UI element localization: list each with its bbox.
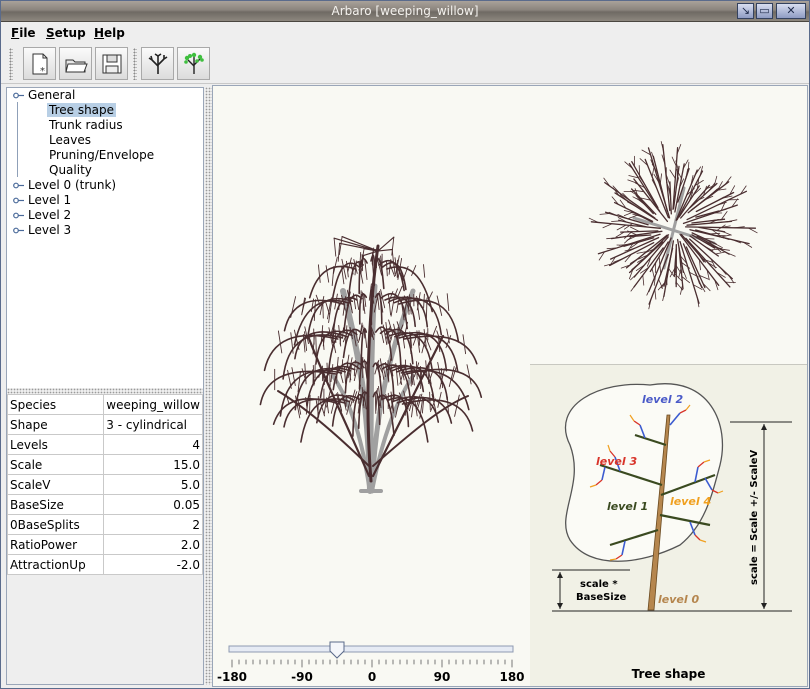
param-row[interactable]: Levels 4 [6,434,203,455]
render-leaves-button[interactable] [177,47,210,80]
param-value[interactable]: weeping_willow [103,394,203,415]
param-name: RatioPower [6,534,105,555]
label-scale-base-1: scale * [580,579,618,590]
rotation-slider-track[interactable] [213,636,529,670]
render-tree-icon [148,53,168,74]
collapsed-node-icon [13,197,24,204]
tree-item-level-0[interactable]: Level 0 (trunk) [13,178,116,193]
minimize-button[interactable]: ↘ [737,3,754,19]
param-value[interactable]: 2.0 [103,534,203,555]
tree-front-view [259,236,483,494]
param-value[interactable]: -2.0 [103,554,203,575]
label-level-3: level 3 [596,455,637,468]
param-name: AttractionUp [6,554,105,575]
param-row[interactable]: RatioPower 2.0 [6,534,203,555]
tree-item-general[interactable]: General [13,88,75,103]
param-row[interactable]: BaseSize 0.05 [6,494,203,515]
tree-item-quality[interactable]: Quality [49,163,92,178]
param-value[interactable]: 15.0 [103,454,203,475]
left-pane: General Tree shape Trunk radius Leaves P… [6,87,204,685]
tree-item-leaves[interactable]: Leaves [49,133,91,148]
close-button[interactable]: ✕ [776,3,806,19]
top-view-panel[interactable] [530,86,807,362]
toolbar-grip[interactable] [9,48,13,80]
rotation-slider[interactable]: -180 -90 0 90 180 [213,636,529,686]
param-row[interactable]: Scale 15.0 [6,454,203,475]
param-name: ScaleV [6,474,105,495]
collapsed-node-icon [13,212,24,219]
parameter-tree: General Tree shape Trunk radius Leaves P… [7,88,203,388]
param-name: 0BaseSplits [6,514,105,535]
label-level-1: level 1 [607,500,648,513]
weeping-branch [300,398,350,443]
new-button[interactable]: * [23,47,56,80]
label-scale-base-2: BaseSize [576,592,627,603]
param-value[interactable]: 3 - cylindrical [103,414,203,435]
param-value[interactable]: 5.0 [103,474,203,495]
app-window: Arbaro [weeping_willow] ↘ ▭ ✕ File Setup… [0,0,810,689]
tree-item-trunk-radius[interactable]: Trunk radius [49,118,123,133]
param-row[interactable]: Shape 3 - cylindrical [6,414,203,435]
tick-label: 0 [367,670,377,684]
tree-item-pruning[interactable]: Pruning/Envelope [49,148,154,163]
help-caption: Tree shape [631,667,706,681]
param-value[interactable]: 4 [103,434,203,455]
expanded-node-icon [13,92,24,99]
collapsed-node-icon [13,182,24,189]
render-leaves-icon [184,52,204,74]
preview-area: -180 -90 0 90 180 level 2 level 3 level … [212,85,808,687]
open-button[interactable] [59,47,92,80]
label-scale-formula: scale = Scale +/- ScaleV [749,450,760,586]
param-row[interactable]: AttractionUp -2.0 [6,554,203,575]
tree-item-level-1[interactable]: Level 1 [13,193,71,208]
maximize-button[interactable]: ▭ [756,3,773,19]
tree-line [17,102,18,177]
tick-label: 90 [433,670,451,684]
param-row[interactable]: 0BaseSplits 2 [6,514,203,535]
param-name: Levels [6,434,105,455]
param-name: Scale [6,454,105,475]
menu-help[interactable]: Help [94,26,125,40]
save-button[interactable] [95,47,128,80]
label-level-0: level 0 [658,593,699,606]
render-tree-button[interactable] [141,47,174,80]
tick-label: -90 [291,670,313,684]
param-value[interactable]: 0.05 [103,494,203,515]
new-icon: * [32,53,48,76]
svg-text:*: * [40,66,45,76]
open-icon [65,59,88,73]
title-bar[interactable]: Arbaro [weeping_willow] ↘ ▭ ✕ [1,1,809,22]
main-splitter[interactable] [205,87,212,685]
tree-item-tree-shape[interactable]: Tree shape [47,103,117,118]
menu-setup[interactable]: Setup [46,26,86,40]
collapsed-node-icon [13,227,24,234]
slider-thumb[interactable] [329,641,345,659]
param-name: Shape [6,414,105,435]
tree-shape-diagram: level 2 level 3 level 4 level 1 level 0 … [552,383,792,612]
toolbar: * [1,44,809,84]
front-view-panel[interactable]: -180 -90 0 90 180 [213,86,529,686]
toolbar-grip-2[interactable] [133,48,137,80]
label-level-2: level 2 [642,393,683,406]
tick-label: 180 [499,670,525,684]
tree-top-view [588,141,758,310]
slider-groove [228,645,514,653]
tick-label: -180 [216,670,248,684]
param-name: BaseSize [6,494,105,515]
tree-item-level-2[interactable]: Level 2 [13,208,71,223]
save-icon [102,54,122,74]
param-row[interactable]: ScaleV 5.0 [6,474,203,495]
label-level-4: level 4 [670,495,711,508]
window-title: Arbaro [weeping_willow] [331,4,479,18]
param-row[interactable]: Species weeping_willow [6,394,203,415]
param-name: Species [6,394,105,415]
menu-bar: File Setup Help [1,23,809,43]
param-value[interactable]: 2 [103,514,203,535]
tree-item-level-3[interactable]: Level 3 [13,223,71,238]
menu-file[interactable]: File [11,26,36,40]
parameter-table: Species weeping_willow Shape 3 - cylindrica… [6,394,203,684]
help-panel: level 2 level 3 level 4 level 1 level 0 … [530,364,807,686]
